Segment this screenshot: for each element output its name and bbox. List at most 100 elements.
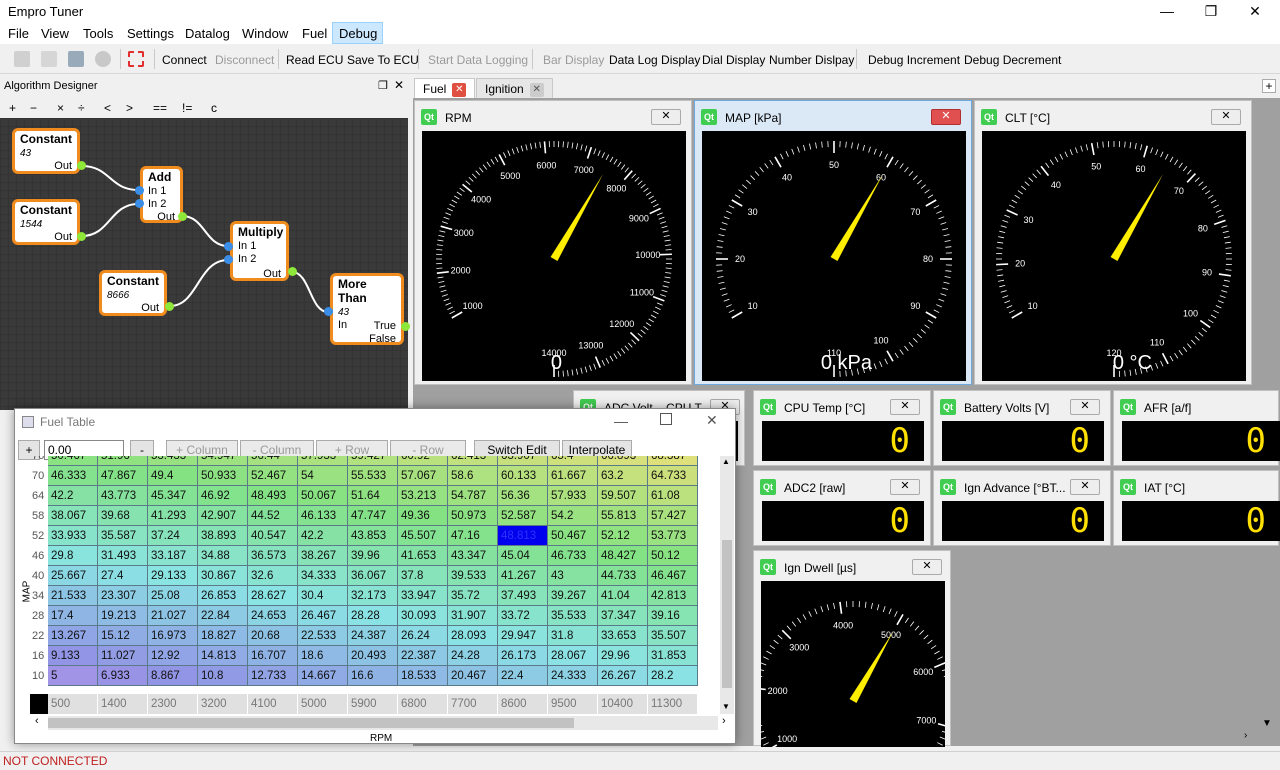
table-cell[interactable]: 16.707: [248, 646, 298, 666]
table-cell[interactable]: 47.16: [448, 526, 498, 546]
table-cell[interactable]: 59.427: [348, 456, 398, 466]
table-cell[interactable]: 25.667: [48, 566, 98, 586]
cpu-temp-window[interactable]: Qt CPU Temp [°C] ✕ 0: [753, 390, 931, 466]
table-cell[interactable]: 57.933: [548, 486, 598, 506]
table-cell[interactable]: 38.067: [48, 506, 98, 526]
ign-dwell-window[interactable]: Qt Ign Dwell [µs] ✕ 10002000300040005000…: [753, 550, 953, 770]
op-divide[interactable]: ÷: [78, 101, 85, 115]
table-cell[interactable]: 14.813: [198, 646, 248, 666]
table-cell[interactable]: 31.8: [548, 626, 598, 646]
connect-button[interactable]: Connect: [162, 53, 207, 67]
table-cell[interactable]: 47.747: [348, 506, 398, 526]
table-cell[interactable]: 29.133: [148, 566, 198, 586]
read-ecu-button[interactable]: Read ECU: [286, 53, 343, 67]
close-icon[interactable]: ✕: [651, 109, 681, 125]
op-not-equals[interactable]: !=: [182, 101, 192, 115]
table-cell[interactable]: 22.4: [498, 666, 548, 686]
table-cell[interactable]: 65.4: [548, 456, 598, 466]
table-cell[interactable]: 26.24: [398, 626, 448, 646]
scroll-right-icon[interactable]: ›: [1244, 730, 1247, 741]
table-cell[interactable]: 18.6: [298, 646, 348, 666]
table-cell[interactable]: 48.813: [498, 526, 548, 546]
table-cell[interactable]: 29.96: [598, 646, 648, 666]
disconnect-button[interactable]: Disconnect: [215, 53, 274, 67]
table-cell[interactable]: 37.8: [398, 566, 448, 586]
table-cell[interactable]: 32.6: [248, 566, 298, 586]
table-cell[interactable]: 33.187: [148, 546, 198, 566]
table-cell[interactable]: 28.28: [348, 606, 398, 626]
table-cell[interactable]: 29.8: [48, 546, 98, 566]
table-cell[interactable]: 43.853: [348, 526, 398, 546]
table-cell[interactable]: 19.213: [98, 606, 148, 626]
table-cell[interactable]: 53.433: [148, 456, 198, 466]
table-cell[interactable]: 53.213: [398, 486, 448, 506]
table-cell[interactable]: 30.093: [398, 606, 448, 626]
table-cell[interactable]: 52.12: [598, 526, 648, 546]
table-cell[interactable]: 24.387: [348, 626, 398, 646]
save-to-ecu-button[interactable]: Save To ECU: [347, 53, 419, 67]
scroll-up-icon[interactable]: ▲: [722, 457, 730, 466]
table-cell[interactable]: 33.653: [598, 626, 648, 646]
table-cell[interactable]: 9.133: [48, 646, 98, 666]
node-constant-3[interactable]: Constant 8666 Out: [99, 270, 167, 316]
table-cell[interactable]: 28.2: [648, 666, 698, 686]
table-cell[interactable]: 45.347: [148, 486, 198, 506]
vertical-scrollbar[interactable]: [720, 456, 734, 714]
table-cell[interactable]: 60.133: [498, 466, 548, 486]
menu-fuel[interactable]: Fuel: [302, 26, 327, 41]
close-icon[interactable]: ✕: [931, 109, 961, 125]
table-cell[interactable]: 24.28: [448, 646, 498, 666]
table-cell[interactable]: 46.133: [298, 506, 348, 526]
table-cell[interactable]: 35.72: [448, 586, 498, 606]
node-constant-1[interactable]: Constant 43 Out: [12, 128, 80, 174]
table-cell[interactable]: 18.827: [198, 626, 248, 646]
table-cell[interactable]: 47.867: [98, 466, 148, 486]
table-cell[interactable]: 28.093: [448, 626, 498, 646]
float-icon[interactable]: ❐: [378, 79, 388, 92]
table-cell[interactable]: 46.733: [548, 546, 598, 566]
table-cell[interactable]: 12.733: [248, 666, 298, 686]
tab-fuel[interactable]: Fuel ✕: [414, 78, 476, 98]
table-cell[interactable]: 24.653: [248, 606, 298, 626]
close-icon[interactable]: ✕: [890, 399, 920, 415]
table-cell[interactable]: 20.493: [348, 646, 398, 666]
table-cell[interactable]: 25.08: [148, 586, 198, 606]
table-cell[interactable]: 33.947: [398, 586, 448, 606]
node-canvas[interactable]: Constant 43 Out Constant 1544 Out Add In 1I…: [0, 118, 410, 410]
table-cell[interactable]: 49.4: [148, 466, 198, 486]
table-cell[interactable]: 57.933: [298, 456, 348, 466]
table-cell[interactable]: 31.907: [448, 606, 498, 626]
table-cell[interactable]: 33.72: [498, 606, 548, 626]
table-cell[interactable]: 45.507: [398, 526, 448, 546]
map-gauge-window[interactable]: Qt MAP [kPa] ✕ 102030405060708090100110 …: [694, 100, 972, 385]
table-cell[interactable]: 21.027: [148, 606, 198, 626]
table-cell[interactable]: 60.92: [398, 456, 448, 466]
table-cell[interactable]: 36.067: [348, 566, 398, 586]
table-cell[interactable]: 40.547: [248, 526, 298, 546]
table-cell[interactable]: 57.427: [648, 506, 698, 526]
op-subtract[interactable]: −: [30, 101, 37, 115]
table-cell[interactable]: 30.867: [198, 566, 248, 586]
table-cell[interactable]: 44.733: [598, 566, 648, 586]
close-button[interactable]: ✕: [1232, 0, 1278, 22]
table-cell[interactable]: 22.533: [298, 626, 348, 646]
port-in[interactable]: [135, 199, 144, 208]
table-cell[interactable]: 48.493: [248, 486, 298, 506]
op-equals[interactable]: ==: [153, 101, 167, 115]
fuel-table-grid[interactable]: 76 50.467 51.96 53.433 54.947 56.44 57.933 59.4…: [30, 456, 718, 714]
table-cell[interactable]: 39.68: [98, 506, 148, 526]
table-cell[interactable]: 38.893: [198, 526, 248, 546]
menu-tools[interactable]: Tools: [83, 26, 113, 41]
table-cell[interactable]: 15.12: [98, 626, 148, 646]
table-cell[interactable]: 34.333: [298, 566, 348, 586]
table-cell[interactable]: 41.653: [398, 546, 448, 566]
table-cell[interactable]: 5: [48, 666, 98, 686]
table-cell[interactable]: 6.933: [98, 666, 148, 686]
scroll-down-icon[interactable]: ▼: [1262, 718, 1272, 729]
table-cell[interactable]: 63.907: [498, 456, 548, 466]
table-cell[interactable]: 64.733: [648, 466, 698, 486]
table-cell[interactable]: 61.08: [648, 486, 698, 506]
op-greater-than[interactable]: >: [126, 101, 133, 115]
number-display-button[interactable]: Number Dislpay: [769, 53, 854, 67]
iat-window[interactable]: Qt IAT [°C] 0: [1113, 470, 1280, 546]
